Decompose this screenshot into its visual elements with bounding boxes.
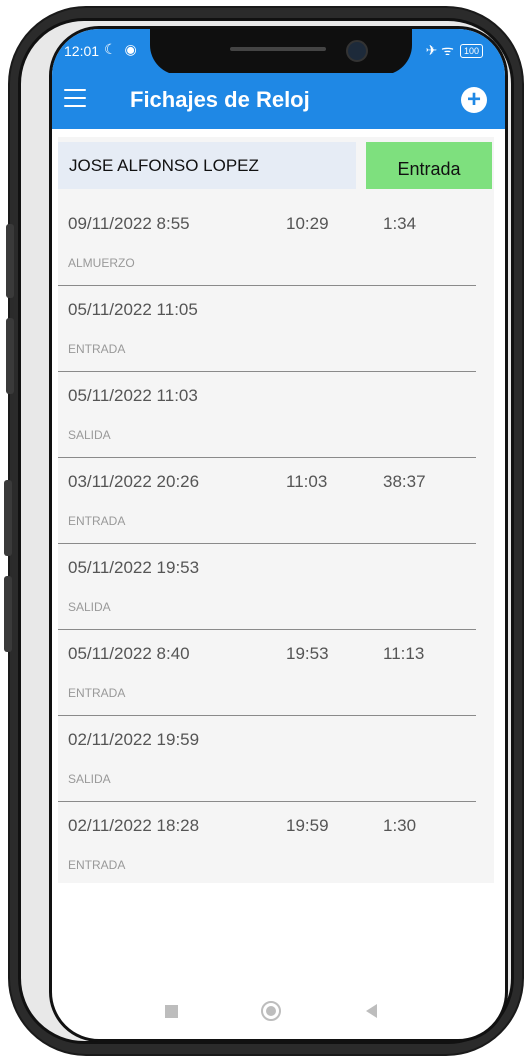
record-end-time: 11:03 <box>286 472 328 491</box>
phone-screen: 12:01 ☾ ◉ ✈ ᯤ 100 Fichajes de Reloj + JO… <box>49 26 508 1042</box>
record-duration: 38:37 <box>383 472 426 491</box>
record-duration: 1:34 <box>383 214 417 233</box>
airplane-wifi-icon: ✈ ᯤ <box>425 42 454 58</box>
record-type: ENTRADA <box>68 858 126 872</box>
app-bar: Fichajes de Reloj + <box>52 73 505 129</box>
record-datetime: 03/11/2022 20:26 <box>68 472 200 491</box>
record-type: ENTRADA <box>68 686 126 700</box>
record-row[interactable]: 05/11/2022 19:53 SALIDA <box>58 544 476 630</box>
record-datetime: 05/11/2022 8:40 <box>68 644 190 663</box>
volume-up-button <box>6 224 14 298</box>
battery-icon: 100 <box>459 43 483 58</box>
record-row[interactable]: 02/11/2022 18:28 19:59 1:30 ENTRADA <box>58 802 476 888</box>
employee-row: JOSE ALFONSO LOPEZ Entrada <box>58 142 494 190</box>
employee-name-field[interactable]: JOSE ALFONSO LOPEZ <box>58 142 356 189</box>
record-row[interactable]: 05/11/2022 8:40 19:53 11:13 ENTRADA <box>58 630 476 716</box>
status-left-icons: ☾ ◉ <box>104 41 139 57</box>
record-row[interactable]: 09/11/2022 8:55 10:29 1:34 ALMUERZO <box>58 200 476 286</box>
record-end-time: 10:29 <box>286 214 329 233</box>
android-nav-bar <box>52 993 505 1033</box>
record-row[interactable]: 05/11/2022 11:05 ENTRADA <box>58 286 476 372</box>
front-camera <box>346 40 368 62</box>
records-panel: JOSE ALFONSO LOPEZ Entrada 09/11/2022 8:… <box>58 137 494 883</box>
record-type: SALIDA <box>68 600 111 614</box>
record-row[interactable]: 03/11/2022 20:26 11:03 38:37 ENTRADA <box>58 458 476 544</box>
home-icon[interactable] <box>261 1001 281 1021</box>
record-datetime: 05/11/2022 11:03 <box>68 386 198 405</box>
record-type: SALIDA <box>68 428 111 442</box>
record-duration: 1:30 <box>383 816 417 835</box>
record-datetime: 02/11/2022 18:28 <box>68 816 200 835</box>
record-type: ALMUERZO <box>68 256 135 270</box>
record-end-time: 19:53 <box>286 644 329 663</box>
record-type: SALIDA <box>68 772 111 786</box>
entrada-button[interactable]: Entrada <box>366 142 492 189</box>
back-icon[interactable] <box>366 1004 377 1018</box>
status-time: 12:01 <box>64 43 100 59</box>
record-type: ENTRADA <box>68 342 126 356</box>
record-datetime: 05/11/2022 19:53 <box>68 558 200 577</box>
camera-notch <box>150 29 412 75</box>
records-list: 09/11/2022 8:55 10:29 1:34 ALMUERZO 05/11/20… <box>58 200 476 888</box>
page-title: Fichajes de Reloj <box>130 87 310 112</box>
add-record-icon[interactable]: + <box>461 87 487 113</box>
speaker-grille <box>230 47 326 51</box>
record-datetime: 02/11/2022 19:59 <box>68 730 200 749</box>
record-datetime: 05/11/2022 11:05 <box>68 300 198 319</box>
record-row[interactable]: 05/11/2022 11:03 SALIDA <box>58 372 476 458</box>
status-right-icons: ✈ ᯤ 100 <box>426 41 483 60</box>
side-button-1 <box>4 480 12 556</box>
record-end-time: 19:59 <box>286 816 329 835</box>
record-duration: 11:13 <box>383 644 425 663</box>
recent-apps-icon[interactable] <box>165 1005 178 1018</box>
side-button-2 <box>4 576 12 652</box>
volume-down-button <box>6 318 14 394</box>
record-row[interactable]: 02/11/2022 19:59 SALIDA <box>58 716 476 802</box>
hamburger-menu-icon[interactable] <box>64 89 86 107</box>
record-type: ENTRADA <box>68 514 126 528</box>
record-datetime: 09/11/2022 8:55 <box>68 214 190 233</box>
